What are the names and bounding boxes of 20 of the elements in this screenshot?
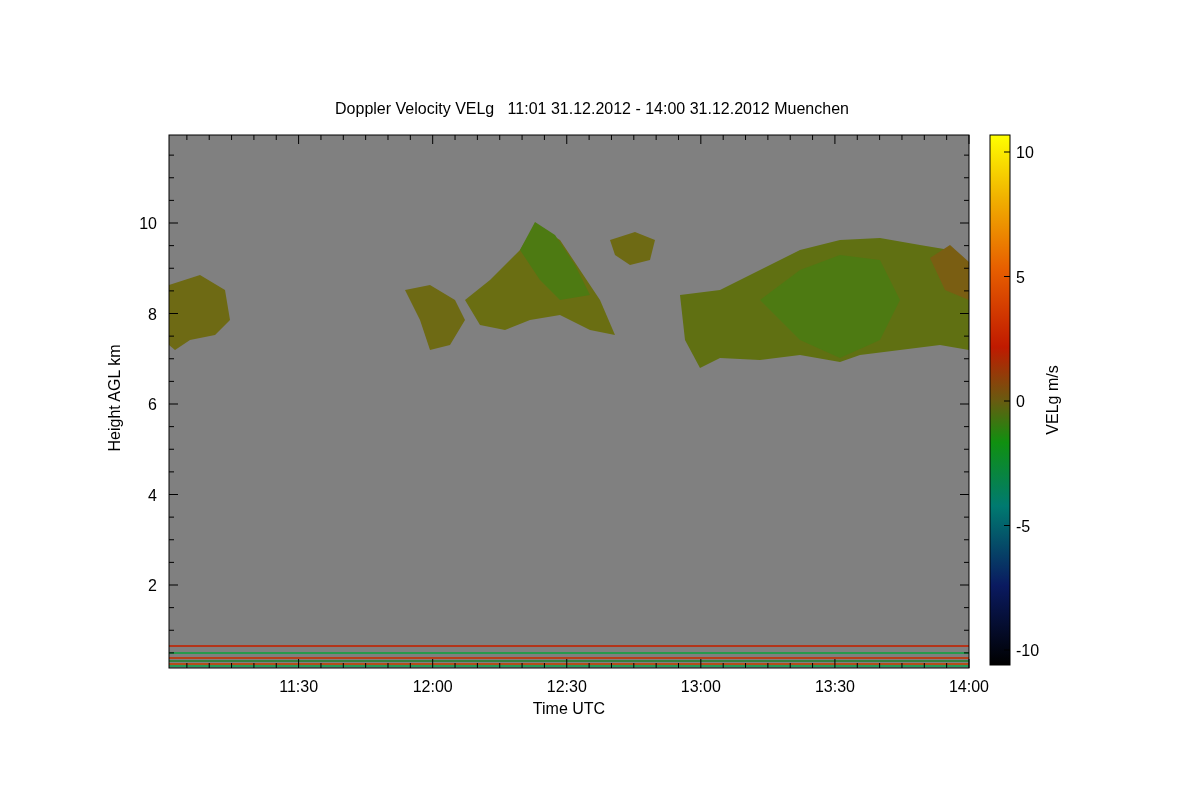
colorbar-tick-label: 5 <box>1016 268 1025 286</box>
y-tick-label: 8 <box>148 305 157 323</box>
colorbar-tick-label: 0 <box>1016 393 1025 410</box>
y-tick-label: 4 <box>148 486 157 504</box>
colorbar-tick-label: -10 <box>1016 642 1040 659</box>
y-tick-label: 10 <box>139 215 157 232</box>
colorbar-tick-label: -5 <box>1016 517 1031 535</box>
x-tick-label: 14:00 <box>949 678 989 695</box>
x-tick-label: 12:30 <box>546 678 587 695</box>
x-tick-label: 12:00 <box>412 678 453 695</box>
y-tick-label: 2 <box>148 577 157 594</box>
y-axis-title: Height AGL km <box>106 344 123 452</box>
x-tick-label: 11:30 <box>279 678 319 695</box>
x-axis-title: Time UTC <box>532 700 606 717</box>
y-tick-label: 6 <box>148 396 157 413</box>
x-tick-label: 13:30 <box>814 678 855 695</box>
colorbar-tick-label: 10 <box>1016 144 1034 161</box>
colorbar-title: VELg m/s <box>1044 365 1061 435</box>
x-tick-label: 13:00 <box>680 678 721 695</box>
chart-title: Doppler Velocity VELg 11:01 31.12.2012 - 14:00 31.12.2012 Muenchen <box>335 100 849 117</box>
